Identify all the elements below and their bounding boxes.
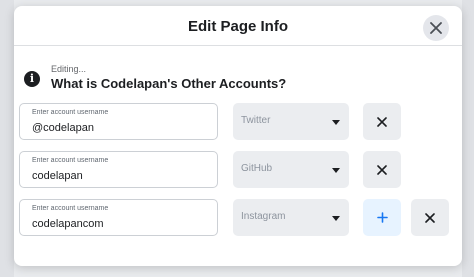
section-question: What is Codelapan's Other Accounts? (51, 76, 287, 91)
dialog-title: Edit Page Info (187, 18, 288, 35)
caret-down-icon (332, 120, 340, 125)
platform-select[interactable]: Twitter (233, 103, 349, 140)
account-username-field[interactable]: Enter account username codelapancom (19, 199, 218, 236)
account-username-field[interactable]: Enter account username @codelapan (19, 103, 218, 140)
username-field-label: Enter account username (32, 205, 109, 212)
remove-account-button[interactable] (363, 151, 401, 188)
username-value: @codelapan (32, 122, 94, 134)
info-icon: i (24, 71, 40, 87)
remove-account-button[interactable] (411, 199, 449, 236)
edit-page-info-dialog: Edit Page Info i Editing... What is Code… (14, 6, 462, 266)
username-value: codelapancom (32, 218, 104, 230)
page-backdrop-right (462, 0, 474, 277)
close-icon (430, 22, 442, 34)
x-icon (377, 116, 387, 127)
platform-select-value: GitHub (241, 163, 273, 174)
username-field-label: Enter account username (32, 157, 109, 164)
plus-icon (376, 212, 388, 223)
platform-select-value: Instagram (241, 211, 286, 222)
account-username-field[interactable]: Enter account username codelapan (19, 151, 218, 188)
account-row: Enter account username @codelapan Twitte… (14, 103, 462, 143)
account-row: Enter account username codelapancom Inst… (14, 199, 462, 239)
x-icon (425, 212, 435, 223)
dialog-header: Edit Page Info (14, 6, 462, 46)
add-account-button[interactable] (363, 199, 401, 236)
platform-select[interactable]: Instagram (233, 199, 349, 236)
x-icon (377, 164, 387, 175)
caret-down-icon (332, 168, 340, 173)
remove-account-button[interactable] (363, 103, 401, 140)
platform-select-value: Twitter (241, 115, 271, 126)
platform-select[interactable]: GitHub (233, 151, 349, 188)
editing-status-label: Editing... (51, 64, 87, 74)
account-row: Enter account username codelapan GitHub (14, 151, 462, 191)
username-field-label: Enter account username (32, 109, 109, 116)
username-value: codelapan (32, 170, 83, 182)
caret-down-icon (332, 216, 340, 221)
page-backdrop-left (0, 0, 14, 277)
close-dialog-button[interactable] (423, 15, 449, 41)
